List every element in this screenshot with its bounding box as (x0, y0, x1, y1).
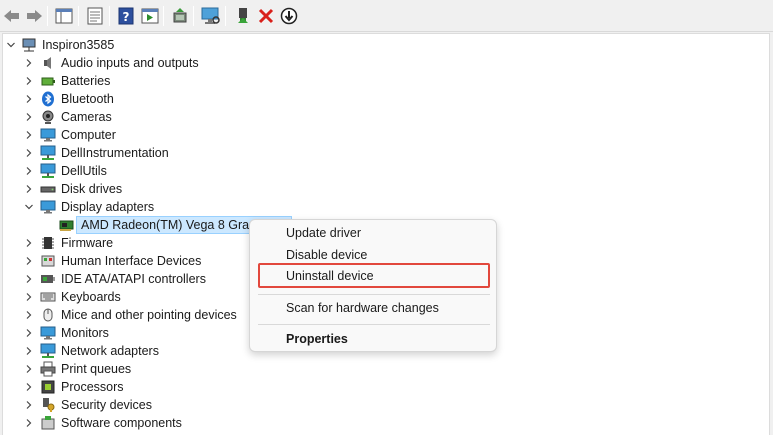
tree-item-label: Disk drives (61, 182, 123, 196)
chevron-right-icon[interactable] (23, 126, 35, 144)
tree-root-label: Inspiron3585 (42, 38, 115, 52)
uninstall-device-icon[interactable] (255, 5, 277, 27)
chevron-right-icon[interactable] (23, 234, 35, 252)
tree-item-label: Mice and other pointing devices (61, 308, 237, 322)
tree-item-label: Processors (61, 380, 124, 394)
monitor-icon (40, 325, 56, 341)
run-icon[interactable] (139, 5, 161, 27)
chevron-right-icon[interactable] (23, 90, 35, 108)
tree-item-dellinstrumentation[interactable]: DellInstrumentation (3, 144, 763, 162)
chevron-right-icon[interactable] (23, 108, 35, 126)
help-icon[interactable]: ? (115, 5, 137, 27)
tree-item-software-components[interactable]: Software components (3, 414, 763, 432)
tree-item-label: Print queues (61, 362, 132, 376)
webcam-icon (40, 109, 56, 125)
mouse-icon (40, 307, 56, 323)
tree-item-dellutils[interactable]: DellUtils (3, 162, 763, 180)
processor-icon (40, 379, 56, 395)
tree-item-computer[interactable]: Computer (3, 126, 763, 144)
keyboard-icon (40, 289, 56, 305)
tree-item-audio[interactable]: Audio inputs and outputs (3, 54, 763, 72)
chevron-right-icon[interactable] (23, 378, 35, 396)
forward-arrow-icon[interactable] (23, 5, 45, 27)
monitor-icon (40, 127, 56, 143)
chevron-down-icon[interactable] (5, 36, 17, 54)
tree-item-label: Batteries (61, 74, 111, 88)
disable-device-icon[interactable] (278, 5, 300, 27)
chevron-right-icon[interactable] (23, 54, 35, 72)
speaker-icon (40, 55, 56, 71)
tree-item-cameras[interactable]: Cameras (3, 108, 763, 126)
tree-root[interactable]: Inspiron3585 (3, 36, 763, 54)
tree-item-display-adapters[interactable]: Display adapters (3, 198, 763, 216)
menu-item-scan-hardware[interactable]: Scan for hardware changes (286, 298, 439, 318)
show-hide-console-tree-icon[interactable] (53, 5, 75, 27)
tree-item-label: DellUtils (61, 164, 107, 178)
display-adapter-icon (40, 199, 56, 215)
menu-separator (258, 294, 490, 295)
security-key-icon (40, 397, 56, 413)
network-monitor-icon (40, 163, 56, 179)
chevron-right-icon[interactable] (23, 396, 35, 414)
menu-item-update-driver[interactable]: Update driver (286, 223, 361, 243)
tree-item-label: Display adapters (61, 200, 155, 214)
chevron-right-icon[interactable] (23, 72, 35, 90)
chevron-right-icon[interactable] (23, 288, 35, 306)
update-driver-icon[interactable] (169, 5, 191, 27)
context-menu: Update driver Disable device Uninstall d… (249, 219, 497, 352)
chevron-right-icon[interactable] (23, 342, 35, 360)
computer-tree-icon (21, 37, 37, 53)
tree-item-label: Firmware (61, 236, 114, 250)
tree-item-label: Cameras (61, 110, 112, 124)
toolbar: ? (0, 0, 773, 32)
chevron-right-icon[interactable] (23, 324, 35, 342)
hid-icon (40, 253, 56, 269)
scan-hardware-icon[interactable] (200, 5, 222, 27)
chevron-right-icon[interactable] (23, 252, 35, 270)
tree-item-label: Audio inputs and outputs (61, 56, 199, 70)
menu-item-properties[interactable]: Properties (286, 329, 348, 349)
disk-drive-icon (40, 181, 56, 197)
tree-item-label: Bluetooth (61, 92, 114, 106)
bluetooth-icon (40, 91, 56, 107)
svg-text:?: ? (123, 10, 130, 24)
tree-item-bluetooth[interactable]: Bluetooth (3, 90, 763, 108)
enable-device-icon[interactable] (232, 5, 254, 27)
menu-separator (258, 324, 490, 325)
battery-icon (40, 73, 56, 89)
tree-item-batteries[interactable]: Batteries (3, 72, 763, 90)
tree-item-label: Network adapters (61, 344, 159, 358)
chevron-right-icon[interactable] (23, 180, 35, 198)
network-monitor-icon (40, 343, 56, 359)
tree-item-label: Security devices (61, 398, 153, 412)
tree-item-processors[interactable]: Processors (3, 378, 763, 396)
chevron-right-icon[interactable] (23, 306, 35, 324)
tree-item-label: Computer (61, 128, 116, 142)
controller-icon (40, 271, 56, 287)
chevron-right-icon[interactable] (23, 414, 35, 432)
menu-item-uninstall-device[interactable]: Uninstall device (286, 266, 374, 286)
tree-item-label: Keyboards (61, 290, 121, 304)
tree-item-label: Software components (61, 416, 182, 430)
tree-item-disk-drives[interactable]: Disk drives (3, 180, 763, 198)
chevron-right-icon[interactable] (23, 144, 35, 162)
tree-item-label: Human Interface Devices (61, 254, 202, 268)
tree-item-security-devices[interactable]: Security devices (3, 396, 763, 414)
menu-item-disable-device[interactable]: Disable device (286, 245, 367, 265)
printer-icon (40, 361, 56, 377)
properties-icon[interactable] (84, 5, 106, 27)
tree-item-label: IDE ATA/ATAPI controllers (61, 272, 206, 286)
back-arrow-icon[interactable] (1, 5, 23, 27)
chip-icon (40, 235, 56, 251)
tree-item-print-queues[interactable]: Print queues (3, 360, 763, 378)
tree-item-label: Monitors (61, 326, 109, 340)
network-monitor-icon (40, 145, 56, 161)
chevron-right-icon[interactable] (23, 162, 35, 180)
chevron-right-icon[interactable] (23, 360, 35, 378)
software-component-icon (40, 415, 56, 431)
graphics-card-icon (59, 217, 75, 233)
chevron-down-icon[interactable] (23, 198, 35, 216)
tree-item-label: DellInstrumentation (61, 146, 169, 160)
chevron-right-icon[interactable] (23, 270, 35, 288)
